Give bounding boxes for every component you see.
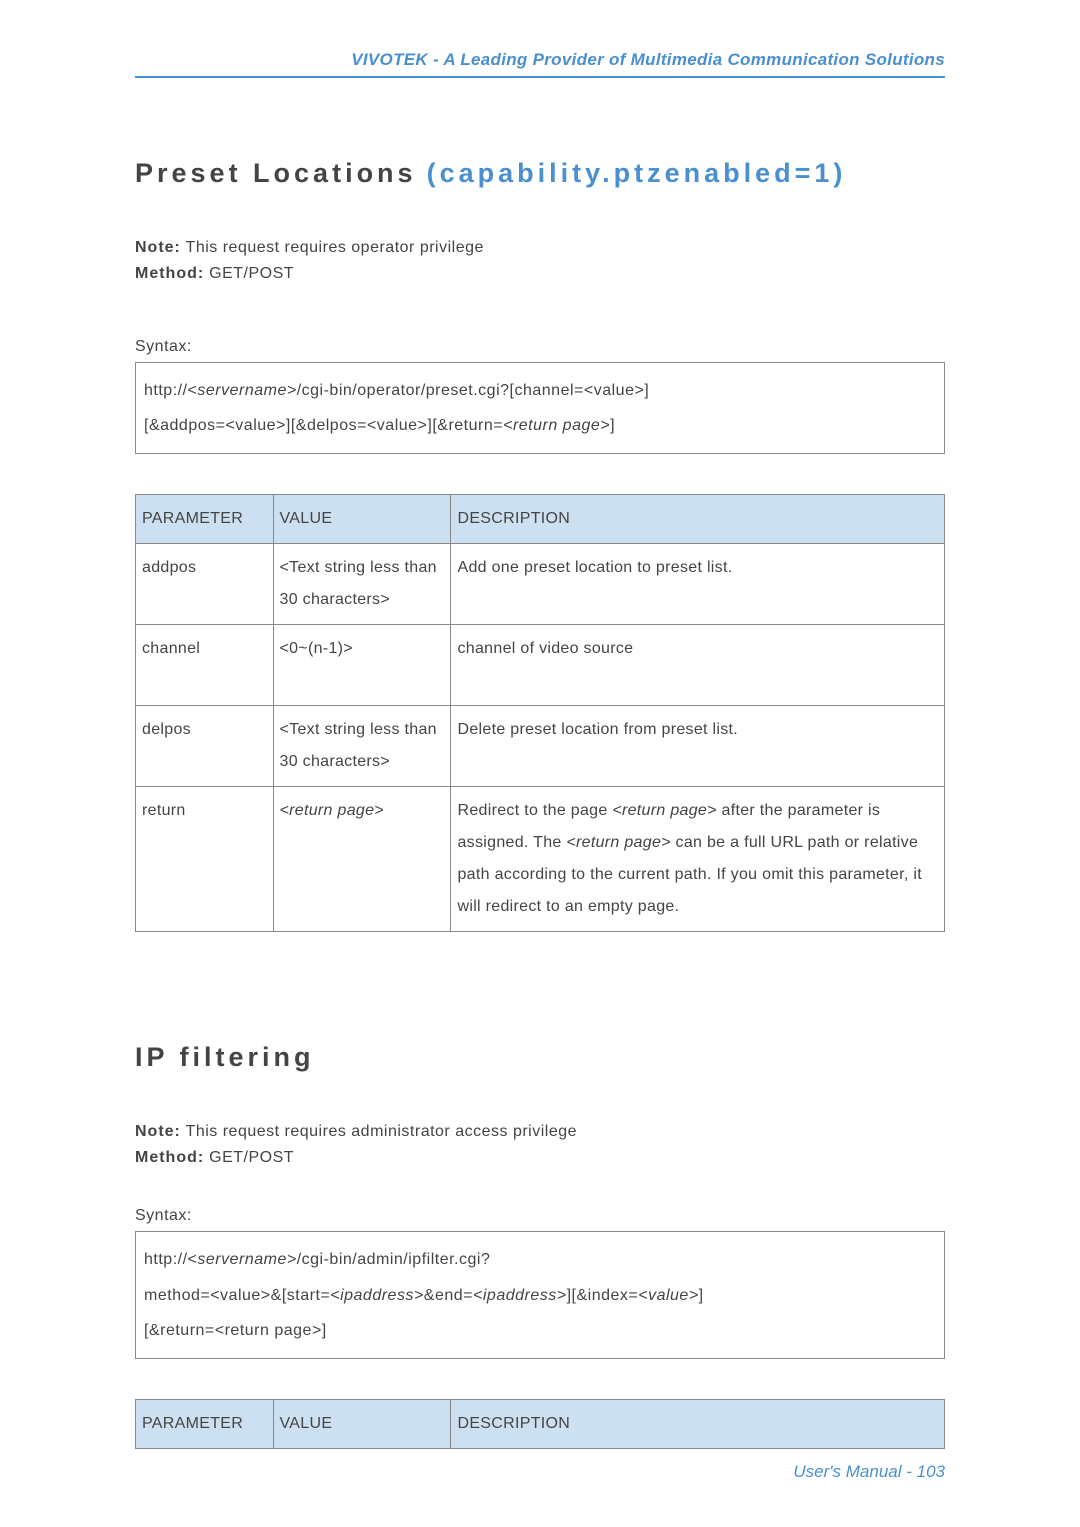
syntax-label-2: Syntax: — [135, 1207, 945, 1225]
col-description: DESCRIPTION — [451, 1399, 945, 1448]
cell-desc: channel of video source — [451, 625, 945, 706]
table-row: return <return page> Redirect to the pag… — [136, 787, 945, 932]
table-header-row: PARAMETER VALUE DESCRIPTION — [136, 1399, 945, 1448]
cell-desc: Add one preset location to preset list. — [451, 544, 945, 625]
heading-main: Preset Locations — [135, 158, 417, 189]
syntax-line: method=<value>&[start=<ipaddress>&end=<i… — [144, 1278, 936, 1313]
cell-value: <0~(n-1)> — [273, 625, 451, 706]
cell-param: addpos — [136, 544, 274, 625]
cell-desc: Redirect to the page <return page> after… — [451, 787, 945, 932]
method-text: GET/POST — [204, 1149, 294, 1166]
section-heading-ip-filtering: IP filtering — [135, 1042, 945, 1073]
cell-param: delpos — [136, 706, 274, 787]
col-value: VALUE — [273, 1399, 451, 1448]
syntax-line: [&addpos=<value>][&delpos=<value>][&retu… — [144, 408, 936, 443]
note-text: This request requires operator privilege — [181, 239, 484, 256]
syntax-label-1: Syntax: — [135, 338, 945, 356]
note-line-2: Note: This request requires administrato… — [135, 1123, 945, 1141]
syntax-line: http://<servername>/cgi-bin/admin/ipfilt… — [144, 1242, 936, 1277]
syntax-box-1: http://<servername>/cgi-bin/operator/pre… — [135, 362, 945, 454]
cell-param: return — [136, 787, 274, 932]
cell-desc: Delete preset location from preset list. — [451, 706, 945, 787]
syntax-line: [&return=<return page>] — [144, 1313, 936, 1348]
note-line-1: Note: This request requires operator pri… — [135, 239, 945, 257]
method-label: Method: — [135, 1149, 204, 1166]
syntax-box-2: http://<servername>/cgi-bin/admin/ipfilt… — [135, 1231, 945, 1359]
method-text: GET/POST — [204, 265, 294, 282]
table-row: delpos <Text string less than 30 charact… — [136, 706, 945, 787]
note-text: This request requires administrator acce… — [181, 1123, 577, 1140]
table-row: addpos <Text string less than 30 charact… — [136, 544, 945, 625]
note-label: Note: — [135, 1123, 181, 1140]
col-parameter: PARAMETER — [136, 495, 274, 544]
method-line-1: Method: GET/POST — [135, 265, 945, 283]
page-header: VIVOTEK - A Leading Provider of Multimed… — [135, 50, 945, 78]
cell-value: <return page> — [273, 787, 451, 932]
cell-value: <Text string less than 30 characters> — [273, 706, 451, 787]
parameters-table-2: PARAMETER VALUE DESCRIPTION — [135, 1399, 945, 1449]
page-footer: User's Manual - 103 — [793, 1462, 945, 1482]
cell-param: channel — [136, 625, 274, 706]
col-value: VALUE — [273, 495, 451, 544]
table-header-row: PARAMETER VALUE DESCRIPTION — [136, 495, 945, 544]
parameters-table-1: PARAMETER VALUE DESCRIPTION addpos <Text… — [135, 494, 945, 932]
syntax-line: http://<servername>/cgi-bin/operator/pre… — [144, 373, 936, 408]
section-heading-preset-locations: Preset Locations (capability.ptzenabled=… — [135, 158, 945, 189]
cell-value: <Text string less than 30 characters> — [273, 544, 451, 625]
note-label: Note: — [135, 239, 181, 256]
col-description: DESCRIPTION — [451, 495, 945, 544]
method-label: Method: — [135, 265, 204, 282]
method-line-2: Method: GET/POST — [135, 1149, 945, 1167]
table-row: channel <0~(n-1)> channel of video sourc… — [136, 625, 945, 706]
heading-suffix: (capability.ptzenabled=1) — [427, 158, 847, 189]
col-parameter: PARAMETER — [136, 1399, 274, 1448]
